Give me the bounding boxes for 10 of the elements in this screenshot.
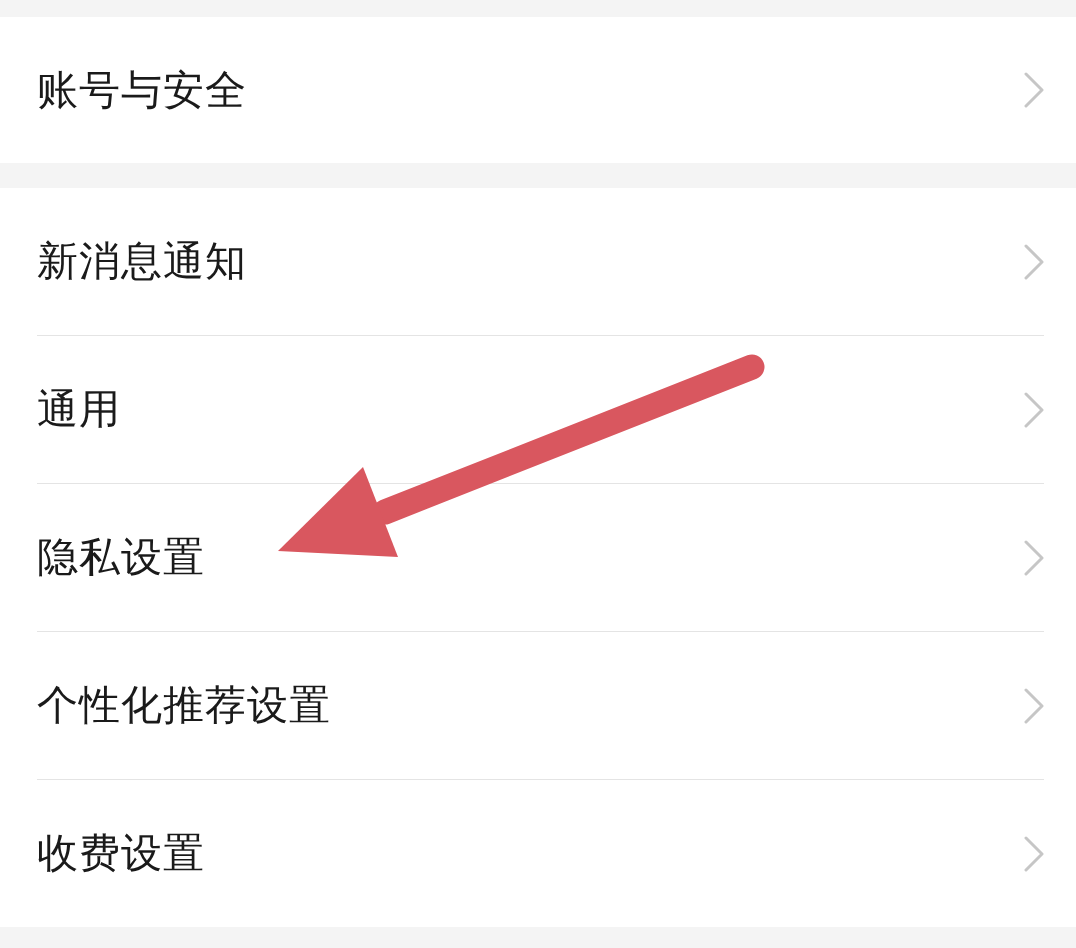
settings-item[interactable]: 收费设置 [37, 779, 1044, 927]
chevron-right-icon [1024, 72, 1044, 108]
chevron-right-icon [1024, 243, 1044, 280]
chevron-right-icon [1024, 687, 1044, 724]
chevron-right-icon [1024, 835, 1044, 872]
settings-item[interactable]: 新消息通知 [37, 188, 1044, 335]
chevron-right-icon [1024, 539, 1044, 576]
settings-item[interactable]: 个性化推荐设置 [37, 631, 1044, 779]
chevron-right-icon [1024, 391, 1044, 428]
settings-item[interactable]: 账号与安全 [37, 17, 1044, 163]
